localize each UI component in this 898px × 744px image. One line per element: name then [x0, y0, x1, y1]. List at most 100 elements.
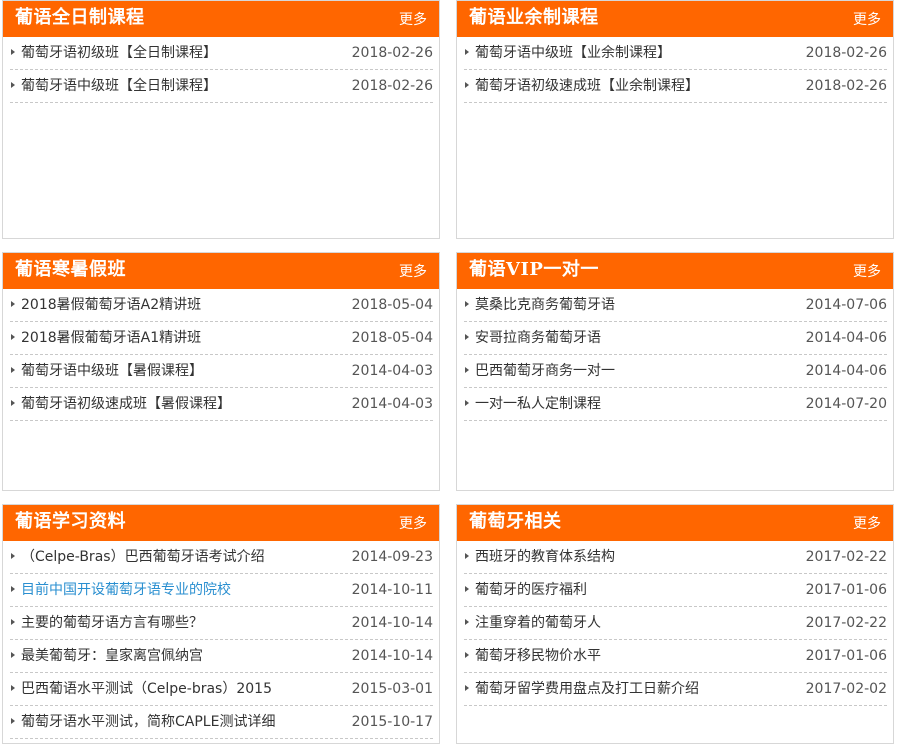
article-date: 2018-05-04	[351, 297, 433, 313]
list-item: 葡萄牙的医疗福利 2017-01-06	[464, 575, 887, 607]
triangle-right-icon	[11, 301, 15, 307]
more-link[interactable]: 更多	[853, 516, 881, 532]
article-link[interactable]: 葡萄牙语中级班【暑假课程】	[21, 362, 203, 380]
more-link[interactable]: 更多	[399, 516, 427, 532]
more-link[interactable]: 更多	[853, 12, 881, 28]
triangle-right-icon	[11, 586, 15, 592]
list-item: 安哥拉商务葡萄牙语 2014-04-06	[464, 323, 887, 355]
panel-header: 葡语业余制课程 更多	[457, 1, 893, 37]
triangle-right-icon	[11, 367, 15, 373]
triangle-right-icon	[465, 367, 469, 373]
list-item: 西班牙的教育体系结构 2017-02-22	[464, 542, 887, 574]
article-link[interactable]: 安哥拉商务葡萄牙语	[475, 329, 601, 347]
article-link[interactable]: 葡萄牙语中级班【全日制课程】	[21, 77, 217, 95]
article-date: 2014-04-06	[805, 330, 887, 346]
triangle-right-icon	[465, 619, 469, 625]
list-item: 最美葡萄牙：皇家离宫佩纳宫 2014-10-14	[10, 641, 433, 673]
article-date: 2018-02-26	[805, 45, 887, 61]
list-item: 莫桑比克商务葡萄牙语 2014-07-06	[464, 290, 887, 322]
triangle-right-icon	[11, 652, 15, 658]
article-list: 葡萄牙语初级班【全日制课程】 2018-02-26 葡萄牙语中级班【全日制课程】…	[3, 38, 439, 103]
article-date: 2017-02-22	[805, 615, 887, 631]
article-list: 莫桑比克商务葡萄牙语 2014-07-06 安哥拉商务葡萄牙语 2014-04-…	[457, 290, 893, 421]
panel-title: 葡语VIP一对一	[469, 259, 599, 280]
article-link[interactable]: 葡萄牙语中级班【业余制课程】	[475, 44, 671, 62]
article-date: 2017-02-22	[805, 549, 887, 565]
article-link[interactable]: 葡萄牙语初级速成班【业余制课程】	[475, 77, 699, 95]
triangle-right-icon	[465, 301, 469, 307]
triangle-right-icon	[11, 334, 15, 340]
list-item: 葡萄牙语初级速成班【业余制课程】 2018-02-26	[464, 71, 887, 103]
triangle-right-icon	[465, 553, 469, 559]
panel-holiday-courses: 葡语寒暑假班 更多 2018暑假葡萄牙语A2精讲班 2018-05-04 201…	[2, 252, 440, 491]
panel-learning-materials: 葡语学习资料 更多 （Celpe-Bras）巴西葡萄牙语考试介绍 2014-09…	[2, 504, 440, 744]
list-item: 一对一私人定制课程 2014-07-20	[464, 389, 887, 421]
list-item: 巴西葡语水平测试（Celpe-bras）2015 2015-03-01	[10, 674, 433, 706]
panel-title: 葡语学习资料	[15, 511, 126, 532]
more-link[interactable]: 更多	[399, 12, 427, 28]
article-link-highlighted[interactable]: 目前中国开设葡萄牙语专业的院校	[21, 581, 231, 599]
article-link[interactable]: 葡萄牙留学费用盘点及打工日薪介绍	[475, 680, 699, 698]
article-link[interactable]: 2018暑假葡萄牙语A1精讲班	[21, 329, 201, 347]
article-date: 2014-07-20	[805, 396, 887, 412]
panel-parttime-courses: 葡语业余制课程 更多 葡萄牙语中级班【业余制课程】 2018-02-26 葡萄牙…	[456, 0, 894, 239]
panel-header: 葡语VIP一对一 更多	[457, 253, 893, 289]
article-date: 2017-01-06	[805, 648, 887, 664]
more-link[interactable]: 更多	[399, 264, 427, 280]
triangle-right-icon	[465, 82, 469, 88]
panel-header: 葡萄牙相关 更多	[457, 505, 893, 541]
triangle-right-icon	[465, 685, 469, 691]
triangle-right-icon	[11, 82, 15, 88]
article-date: 2018-02-26	[351, 45, 433, 61]
list-item: 葡萄牙移民物价水平 2017-01-06	[464, 641, 887, 673]
list-item: 葡萄牙语中级班【暑假课程】 2014-04-03	[10, 356, 433, 388]
triangle-right-icon	[11, 553, 15, 559]
article-list: 葡萄牙语中级班【业余制课程】 2018-02-26 葡萄牙语初级速成班【业余制课…	[457, 38, 893, 103]
article-link[interactable]: 一对一私人定制课程	[475, 395, 601, 413]
article-link[interactable]: 2018暑假葡萄牙语A2精讲班	[21, 296, 201, 314]
article-date: 2014-07-06	[805, 297, 887, 313]
article-link[interactable]: 葡萄牙语初级班【全日制课程】	[21, 44, 217, 62]
article-link[interactable]: 莫桑比克商务葡萄牙语	[475, 296, 615, 314]
article-link[interactable]: 葡萄牙的医疗福利	[475, 581, 587, 599]
list-item: 葡萄牙语水平测试，简称CAPLE测试详细 2015-10-17	[10, 707, 433, 739]
triangle-right-icon	[11, 49, 15, 55]
list-item: （Celpe-Bras）巴西葡萄牙语考试介绍 2014-09-23	[10, 542, 433, 574]
more-link[interactable]: 更多	[853, 264, 881, 280]
article-link[interactable]: （Celpe-Bras）巴西葡萄牙语考试介绍	[21, 548, 265, 566]
article-date: 2014-04-03	[351, 363, 433, 379]
panel-fulltime-courses: 葡语全日制课程 更多 葡萄牙语初级班【全日制课程】 2018-02-26 葡萄牙…	[2, 0, 440, 239]
triangle-right-icon	[465, 652, 469, 658]
article-link[interactable]: 葡萄牙移民物价水平	[475, 647, 601, 665]
triangle-right-icon	[465, 400, 469, 406]
article-list: 2018暑假葡萄牙语A2精讲班 2018-05-04 2018暑假葡萄牙语A1精…	[3, 290, 439, 421]
article-link[interactable]: 葡萄牙语水平测试，简称CAPLE测试详细	[21, 713, 275, 731]
article-link[interactable]: 葡萄牙语初级速成班【暑假课程】	[21, 395, 231, 413]
article-link[interactable]: 巴西葡语水平测试（Celpe-bras）2015	[21, 680, 272, 698]
list-item: 巴西葡萄牙商务一对一 2014-04-06	[464, 356, 887, 388]
article-link[interactable]: 主要的葡萄牙语方言有哪些？	[21, 614, 203, 632]
article-link[interactable]: 注重穿着的葡萄牙人	[475, 614, 601, 632]
list-item: 2018暑假葡萄牙语A2精讲班 2018-05-04	[10, 290, 433, 322]
article-link[interactable]: 西班牙的教育体系结构	[475, 548, 615, 566]
list-item: 葡萄牙语初级速成班【暑假课程】 2014-04-03	[10, 389, 433, 421]
article-link[interactable]: 巴西葡萄牙商务一对一	[475, 362, 615, 380]
triangle-right-icon	[11, 685, 15, 691]
list-item: 葡萄牙语中级班【全日制课程】 2018-02-26	[10, 71, 433, 103]
article-date: 2014-10-14	[351, 615, 433, 631]
article-link[interactable]: 最美葡萄牙：皇家离宫佩纳宫	[21, 647, 203, 665]
list-item: 主要的葡萄牙语方言有哪些？ 2014-10-14	[10, 608, 433, 640]
article-date: 2014-10-11	[351, 582, 433, 598]
triangle-right-icon	[11, 718, 15, 724]
article-date: 2015-10-17	[351, 714, 433, 730]
article-date: 2018-05-04	[351, 330, 433, 346]
panel-title: 葡语全日制课程	[15, 7, 145, 28]
triangle-right-icon	[465, 49, 469, 55]
article-list: 西班牙的教育体系结构 2017-02-22 葡萄牙的医疗福利 2017-01-0…	[457, 542, 893, 706]
triangle-right-icon	[11, 619, 15, 625]
article-date: 2018-02-26	[351, 78, 433, 94]
triangle-right-icon	[465, 586, 469, 592]
article-date: 2014-04-06	[805, 363, 887, 379]
panel-vip-one-on-one: 葡语VIP一对一 更多 莫桑比克商务葡萄牙语 2014-07-06 安哥拉商务葡…	[456, 252, 894, 491]
list-item: 葡萄牙语中级班【业余制课程】 2018-02-26	[464, 38, 887, 70]
